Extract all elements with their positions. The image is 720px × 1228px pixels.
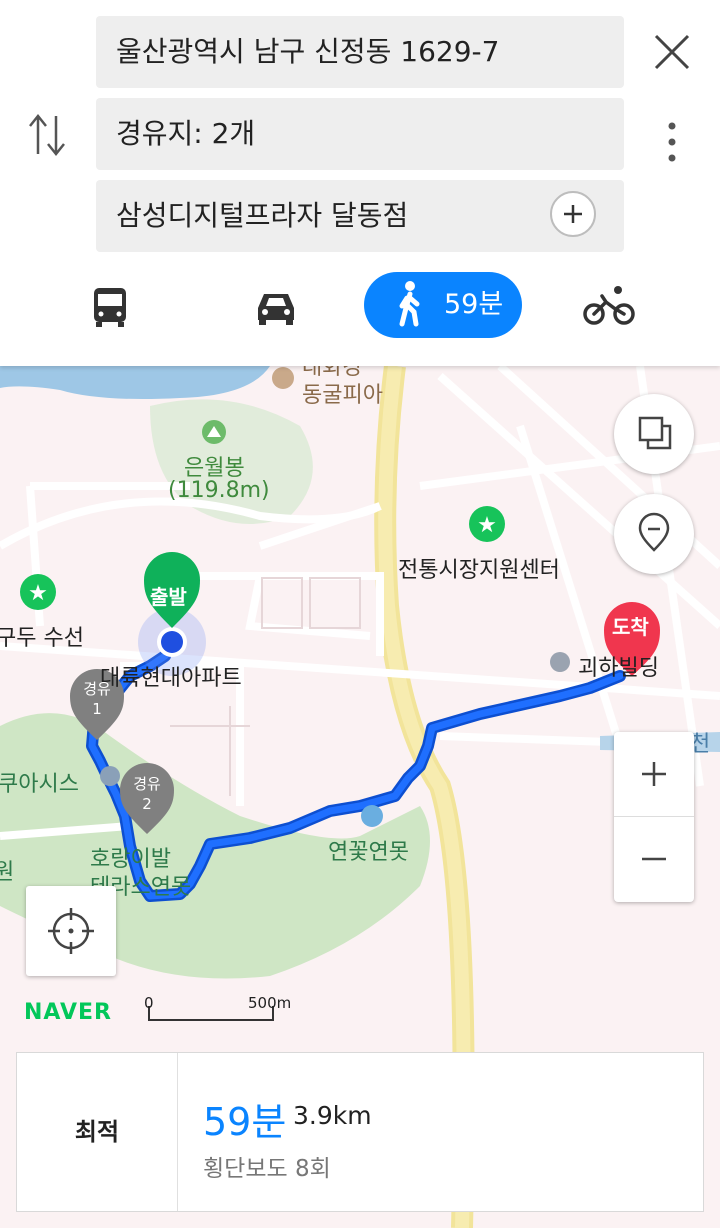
waypoint2-line1: 경유 — [133, 775, 161, 793]
zoom-in-button[interactable] — [614, 732, 694, 817]
route-option-label: 최적 — [17, 1053, 178, 1211]
place-pin-button[interactable] — [614, 494, 694, 574]
walk-time-label: 59분 — [444, 289, 504, 320]
waypoints-field[interactable]: 경유지: 2개 — [96, 98, 624, 170]
destination-field[interactable]: 삼성디지털프라자 달동점 — [96, 180, 624, 252]
shoe-repair-label: 구두 수선 — [0, 626, 84, 651]
walk-mode-tab[interactable]: 59분 — [364, 272, 522, 338]
more-options-button[interactable] — [660, 120, 684, 164]
swap-arrows-icon — [29, 113, 65, 157]
zoom-out-button[interactable] — [614, 817, 694, 902]
cave-label-line2: 동굴피아 — [302, 383, 383, 408]
current-location-button[interactable] — [26, 886, 116, 976]
crosshair-icon — [48, 908, 94, 954]
waypoint2-marker-label[interactable]: 경유 2 — [130, 774, 164, 814]
svg-text:★: ★ — [28, 581, 48, 606]
waypoints-text: 경유지: 2개 — [116, 117, 256, 150]
lotus-pond-label: 연꽃연못 — [328, 840, 409, 865]
car-mode-tab[interactable] — [246, 272, 306, 338]
location-pin-icon — [638, 512, 670, 552]
scale-end-label: 500m — [248, 994, 292, 1012]
edge-left-label: 원 — [0, 860, 15, 885]
scale-start-label: 0 — [144, 994, 154, 1012]
oasis-label: 쿠아시스 — [0, 772, 79, 797]
peak-height-label: (119.8m) — [168, 478, 270, 503]
crosswalk-count: 횡단보도 8회 — [203, 1156, 331, 1182]
plus-icon — [642, 762, 666, 786]
market-label: 전통시장지원센터 — [398, 558, 560, 583]
waypoint1-line1: 경유 — [83, 680, 111, 698]
car-icon — [258, 294, 294, 325]
origin-field[interactable]: 울산광역시 남구 신정동 1629-7 — [96, 16, 624, 88]
walking-person-icon — [399, 281, 420, 327]
route-search-header: 울산광역시 남구 신정동 1629-7 경유지: 2개 삼성디지털프라자 달동점 — [0, 0, 720, 366]
route-time: 59분 — [203, 1100, 287, 1144]
waypoint2-line2: 2 — [142, 795, 152, 813]
waypoint1-line2: 1 — [92, 700, 102, 718]
destination-text: 삼성디지털프라자 달동점 — [116, 199, 409, 232]
origin-text: 울산광역시 남구 신정동 1629-7 — [116, 35, 500, 68]
start-marker-label[interactable]: 출발 — [150, 581, 187, 610]
zoom-control — [614, 732, 694, 902]
building-label: 괴하빌딩 — [578, 656, 659, 681]
close-button[interactable] — [648, 28, 696, 76]
plus-icon — [564, 205, 582, 223]
end-marker-label[interactable]: 도착 — [612, 611, 649, 640]
bus-icon — [94, 288, 126, 327]
more-vertical-icon — [668, 122, 676, 162]
waypoint1-marker-label[interactable]: 경유 1 — [80, 679, 114, 719]
swap-button[interactable] — [26, 110, 68, 160]
close-icon — [654, 34, 690, 70]
layers-icon — [638, 416, 672, 450]
route-summary-card[interactable]: 최적 59분 3.9km 횡단보도 8회 — [16, 1052, 704, 1212]
tiger-pond-line1: 호랑이발 — [90, 847, 171, 872]
naver-logo: NAVER — [24, 1000, 112, 1025]
route-distance: 3.9km — [293, 1101, 372, 1130]
minus-icon — [642, 857, 666, 861]
layers-button[interactable] — [614, 394, 694, 474]
bike-mode-tab[interactable] — [576, 272, 642, 338]
bicycle-icon — [583, 286, 635, 325]
transit-mode-tab[interactable] — [80, 272, 140, 338]
add-waypoint-button[interactable] — [550, 191, 596, 237]
apartment-label: 대륙현대아파트 — [100, 666, 242, 691]
svg-text:★: ★ — [477, 513, 497, 538]
